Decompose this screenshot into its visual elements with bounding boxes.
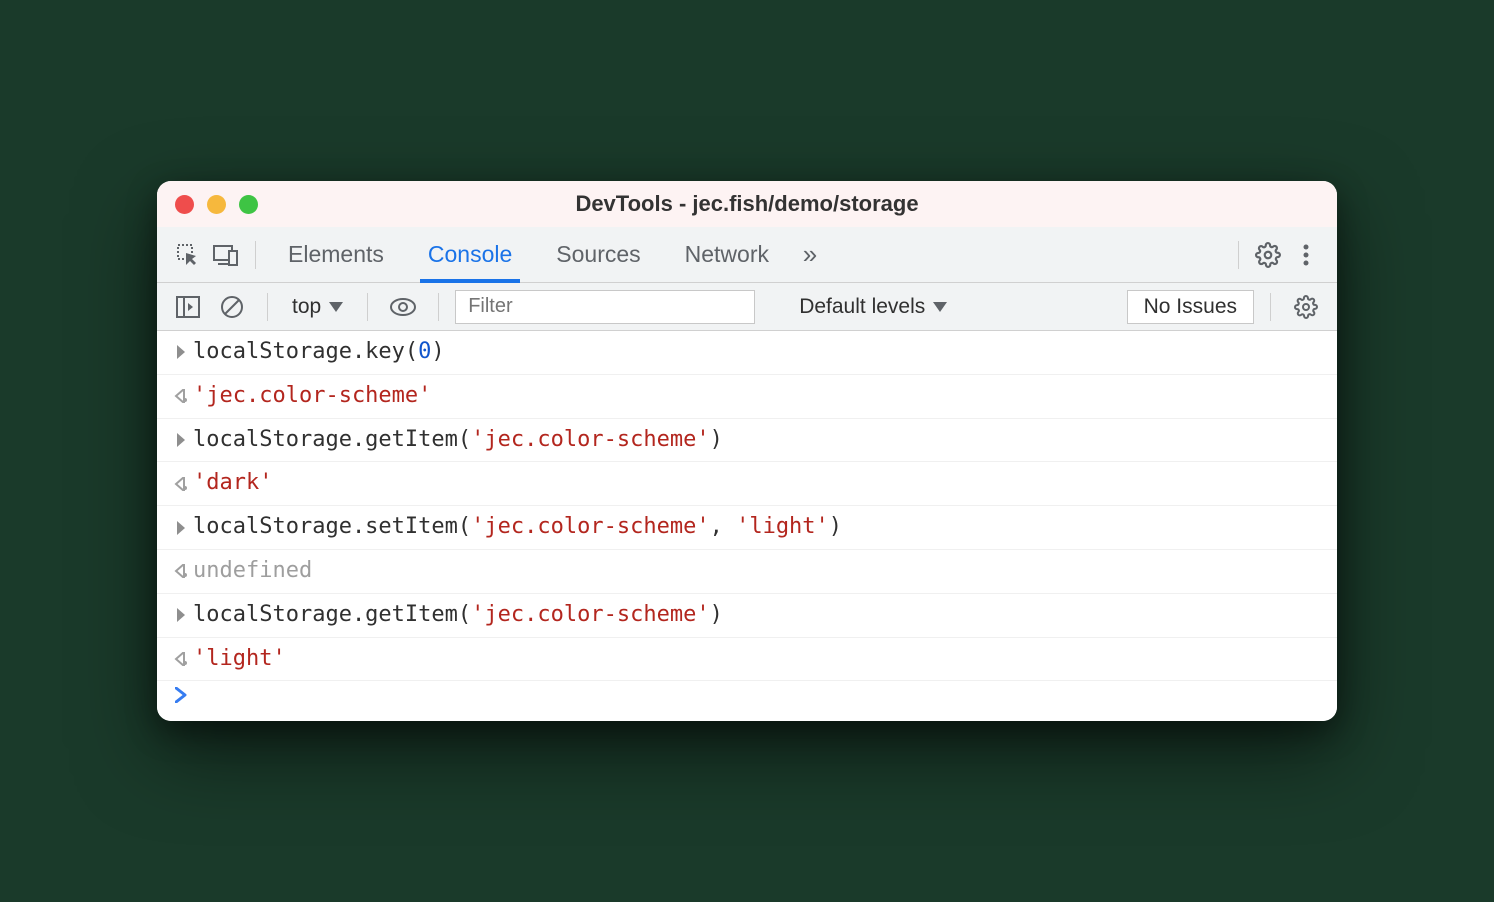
divider — [1238, 241, 1239, 269]
console-output-row: 'dark' — [157, 462, 1337, 506]
output-arrow-icon — [169, 564, 193, 578]
console-output[interactable]: localStorage.key(0) 'jec.color-scheme' loc… — [157, 331, 1337, 721]
maximize-button[interactable] — [239, 195, 258, 214]
traffic-lights — [175, 195, 258, 214]
console-row-content: localStorage.getItem('jec.color-scheme') — [193, 425, 1325, 456]
tab-sources[interactable]: Sources — [534, 227, 662, 283]
toggle-sidebar-icon[interactable] — [169, 288, 207, 326]
tab-network[interactable]: Network — [663, 227, 791, 283]
console-toolbar: top Default levels No Issues — [157, 283, 1337, 331]
close-button[interactable] — [175, 195, 194, 214]
console-input-row: localStorage.getItem('jec.color-scheme') — [157, 594, 1337, 638]
console-row-content: 'dark' — [193, 468, 1325, 499]
input-arrow-icon — [169, 345, 193, 359]
main-tabbar: Elements Console Sources Network » — [157, 227, 1337, 283]
titlebar: DevTools - jec.fish/demo/storage — [157, 181, 1337, 227]
output-arrow-icon — [169, 477, 193, 491]
divider — [367, 293, 368, 321]
chevron-down-icon — [329, 302, 343, 312]
issues-button[interactable]: No Issues — [1127, 290, 1254, 324]
device-toggle-icon[interactable] — [207, 236, 245, 274]
input-arrow-icon — [169, 433, 193, 447]
minimize-button[interactable] — [207, 195, 226, 214]
console-row-content: localStorage.key(0) — [193, 337, 1325, 368]
more-tabs-icon[interactable]: » — [791, 236, 829, 274]
clear-console-icon[interactable] — [213, 288, 251, 326]
tab-elements[interactable]: Elements — [266, 227, 406, 283]
console-row-content: undefined — [193, 556, 1325, 587]
inspect-icon[interactable] — [169, 236, 207, 274]
console-output-row: 'light' — [157, 638, 1337, 682]
console-row-content: localStorage.getItem('jec.color-scheme') — [193, 600, 1325, 631]
input-arrow-icon — [169, 521, 193, 535]
output-arrow-icon — [169, 652, 193, 666]
levels-label: Default levels — [799, 295, 925, 319]
context-label: top — [292, 295, 321, 319]
console-input-row: localStorage.setItem('jec.color-scheme',… — [157, 506, 1337, 550]
log-levels-selector[interactable]: Default levels — [787, 295, 959, 319]
divider — [1270, 293, 1271, 321]
devtools-window: DevTools - jec.fish/demo/storage Element… — [157, 181, 1337, 721]
issues-label: No Issues — [1144, 295, 1237, 319]
console-row-content: 'light' — [193, 644, 1325, 675]
filter-input[interactable] — [455, 290, 755, 324]
console-prompt-row — [157, 681, 1337, 709]
tab-console[interactable]: Console — [406, 227, 534, 283]
settings-gear-icon[interactable] — [1249, 236, 1287, 274]
input-arrow-icon — [169, 608, 193, 622]
console-output-row: 'jec.color-scheme' — [157, 375, 1337, 419]
kebab-menu-icon[interactable] — [1287, 236, 1325, 274]
divider — [267, 293, 268, 321]
console-input-row: localStorage.getItem('jec.color-scheme') — [157, 419, 1337, 463]
output-arrow-icon — [169, 389, 193, 403]
console-output-row: undefined — [157, 550, 1337, 594]
prompt-arrow-icon — [169, 687, 193, 703]
console-input-row: localStorage.key(0) — [157, 331, 1337, 375]
console-settings-gear-icon[interactable] — [1287, 288, 1325, 326]
live-expression-icon[interactable] — [384, 288, 422, 326]
chevron-down-icon — [933, 302, 947, 312]
context-selector[interactable]: top — [284, 295, 351, 319]
divider — [255, 241, 256, 269]
console-row-content: localStorage.setItem('jec.color-scheme',… — [193, 512, 1325, 543]
window-title: DevTools - jec.fish/demo/storage — [575, 191, 918, 217]
divider — [438, 293, 439, 321]
console-row-content: 'jec.color-scheme' — [193, 381, 1325, 412]
